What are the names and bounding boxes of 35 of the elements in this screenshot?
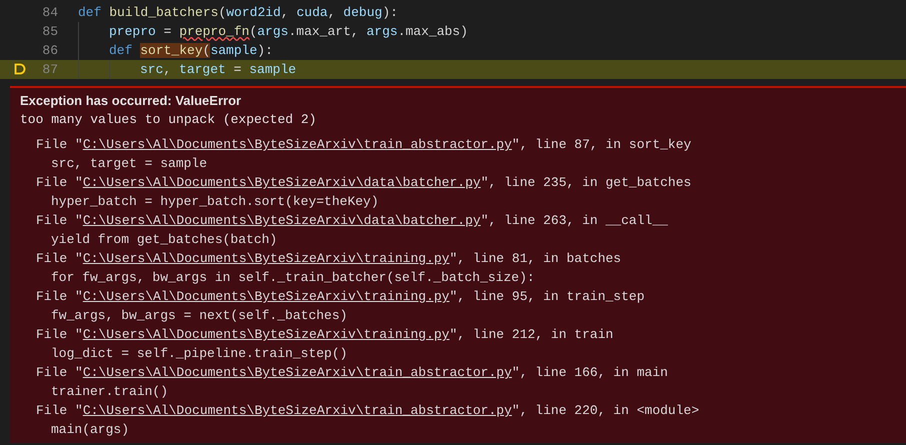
exception-message: too many values to unpack (expected 2)	[20, 111, 316, 129]
traceback-location: File "C:\Users\Al\Documents\ByteSizeArxiv\data\batcher.py", line 235, in get_batches	[36, 174, 692, 192]
traceback-location: File "C:\Users\Al\Documents\ByteSizeArxiv\training.py", line 95, in train_step	[36, 288, 645, 306]
file-path-link[interactable]: C:\Users\Al\Documents\ByteSizeArxiv\data\batcher.py	[82, 213, 481, 228]
traceback-code: hyper_batch = hyper_batch.sort(key=theKey)	[51, 193, 379, 211]
traceback-code: for fw_args, bw_args in self._train_batcher(self._batch_size):	[51, 269, 535, 287]
traceback-code: src, target = sample	[51, 155, 208, 173]
file-path-link[interactable]: C:\Users\Al\Documents\ByteSizeArxiv\training.py	[82, 327, 450, 342]
traceback-location: File "C:\Users\Al\Documents\ByteSizeArxiv\data\batcher.py", line 263, in __call__	[36, 212, 668, 230]
line-number: 84	[42, 4, 58, 22]
current-line-marker-icon	[14, 63, 26, 75]
code-line: def sort_key(sample):	[109, 42, 273, 60]
code-line: prepro = prepro_fn(args.max_art, args.max_abs)	[109, 23, 468, 41]
traceback-location: File "C:\Users\Al\Documents\ByteSizeArxiv\train_abstractor.py", line 166, in main	[36, 364, 668, 382]
file-path-link[interactable]: C:\Users\Al\Documents\ByteSizeArxiv\data\batcher.py	[82, 175, 481, 190]
file-path-link[interactable]: C:\Users\Al\Documents\ByteSizeArxiv\train_abstractor.py	[82, 137, 512, 152]
code-line: src, target = sample	[140, 61, 296, 79]
traceback-location: File "C:\Users\Al\Documents\ByteSizeArxiv\training.py", line 212, in train	[36, 326, 614, 344]
file-path-link[interactable]: C:\Users\Al\Documents\ByteSizeArxiv\train_abstractor.py	[82, 365, 512, 380]
traceback-location: File "C:\Users\Al\Documents\ByteSizeArxiv\train_abstractor.py", line 87, in sort_key	[36, 136, 692, 154]
file-path-link[interactable]: C:\Users\Al\Documents\ByteSizeArxiv\training.py	[82, 251, 450, 266]
code-line: def build_batchers(word2id, cuda, debug):	[78, 4, 398, 22]
traceback-code: trainer.train()	[51, 383, 168, 401]
traceback-location: File "C:\Users\Al\Documents\ByteSizeArxiv\train_abstractor.py", line 220, in <module>	[36, 402, 700, 420]
line-number: 86	[42, 42, 58, 60]
traceback-code: fw_args, bw_args = next(self._batches)	[51, 307, 348, 325]
traceback-code: log_dict = self._pipeline.train_step()	[51, 345, 348, 363]
line-number: 85	[42, 23, 58, 41]
traceback-code: main(args)	[51, 421, 130, 439]
file-path-link[interactable]: C:\Users\Al\Documents\ByteSizeArxiv\training.py	[82, 289, 450, 304]
line-number: 87	[42, 61, 58, 79]
traceback-code: yield from get_batches(batch)	[51, 231, 278, 249]
exception-title: Exception has occurred: ValueError	[20, 92, 242, 110]
traceback-location: File "C:\Users\Al\Documents\ByteSizeArxiv\training.py", line 81, in batches	[36, 250, 622, 268]
file-path-link[interactable]: C:\Users\Al\Documents\ByteSizeArxiv\train_abstractor.py	[82, 403, 512, 418]
